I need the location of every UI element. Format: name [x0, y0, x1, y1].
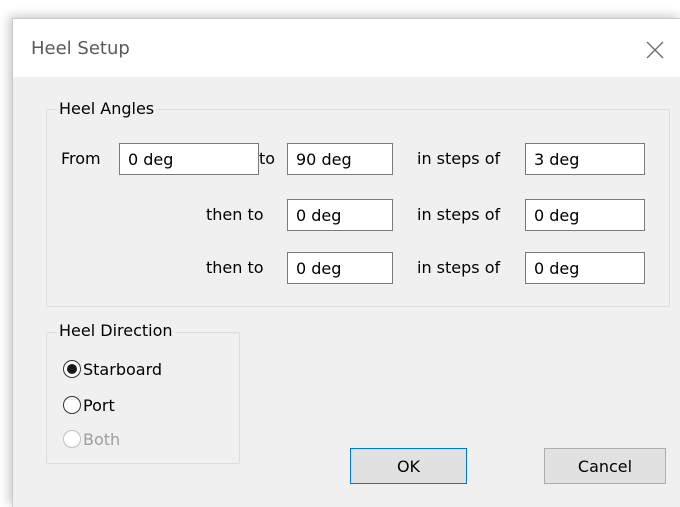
step-size-input-3[interactable] [525, 252, 645, 284]
title-bar[interactable]: Heel Setup [13, 19, 680, 77]
heel-direction-group-label: Heel Direction [57, 321, 175, 340]
step-size-input-2[interactable] [525, 199, 645, 231]
radio-unselected-icon[interactable] [63, 396, 81, 414]
steps-label-2: in steps of [417, 205, 501, 224]
radio-starboard-label[interactable]: Starboard [83, 360, 162, 379]
to-label: to [259, 149, 276, 168]
to-angle-input[interactable] [287, 143, 393, 175]
from-label: From [61, 149, 101, 168]
then-to-input-2[interactable] [287, 199, 393, 231]
radio-port[interactable]: Port [63, 392, 115, 418]
window-title: Heel Setup [31, 38, 130, 59]
then-to-input-3[interactable] [287, 252, 393, 284]
radio-both: Both [63, 426, 120, 452]
steps-label-1: in steps of [417, 149, 501, 168]
close-icon [646, 41, 664, 59]
radio-starboard[interactable]: Starboard [63, 356, 162, 382]
radio-disabled-icon [63, 430, 81, 448]
close-button[interactable] [635, 33, 675, 67]
heel-setup-dialog: Heel Setup Heel Angles From to in steps … [12, 18, 680, 507]
then-to-label-2: then to [206, 205, 264, 224]
radio-both-label: Both [83, 429, 121, 449]
radio-port-label[interactable]: Port [83, 396, 115, 415]
from-angle-input[interactable] [119, 143, 259, 175]
step-size-input-1[interactable] [525, 143, 645, 175]
ok-button[interactable]: OK [350, 448, 467, 484]
then-to-label-3: then to [206, 258, 264, 277]
steps-label-3: in steps of [417, 258, 501, 277]
radio-selected-icon[interactable] [63, 360, 81, 378]
heel-angles-group-label: Heel Angles [57, 99, 157, 118]
cancel-button[interactable]: Cancel [544, 448, 666, 484]
